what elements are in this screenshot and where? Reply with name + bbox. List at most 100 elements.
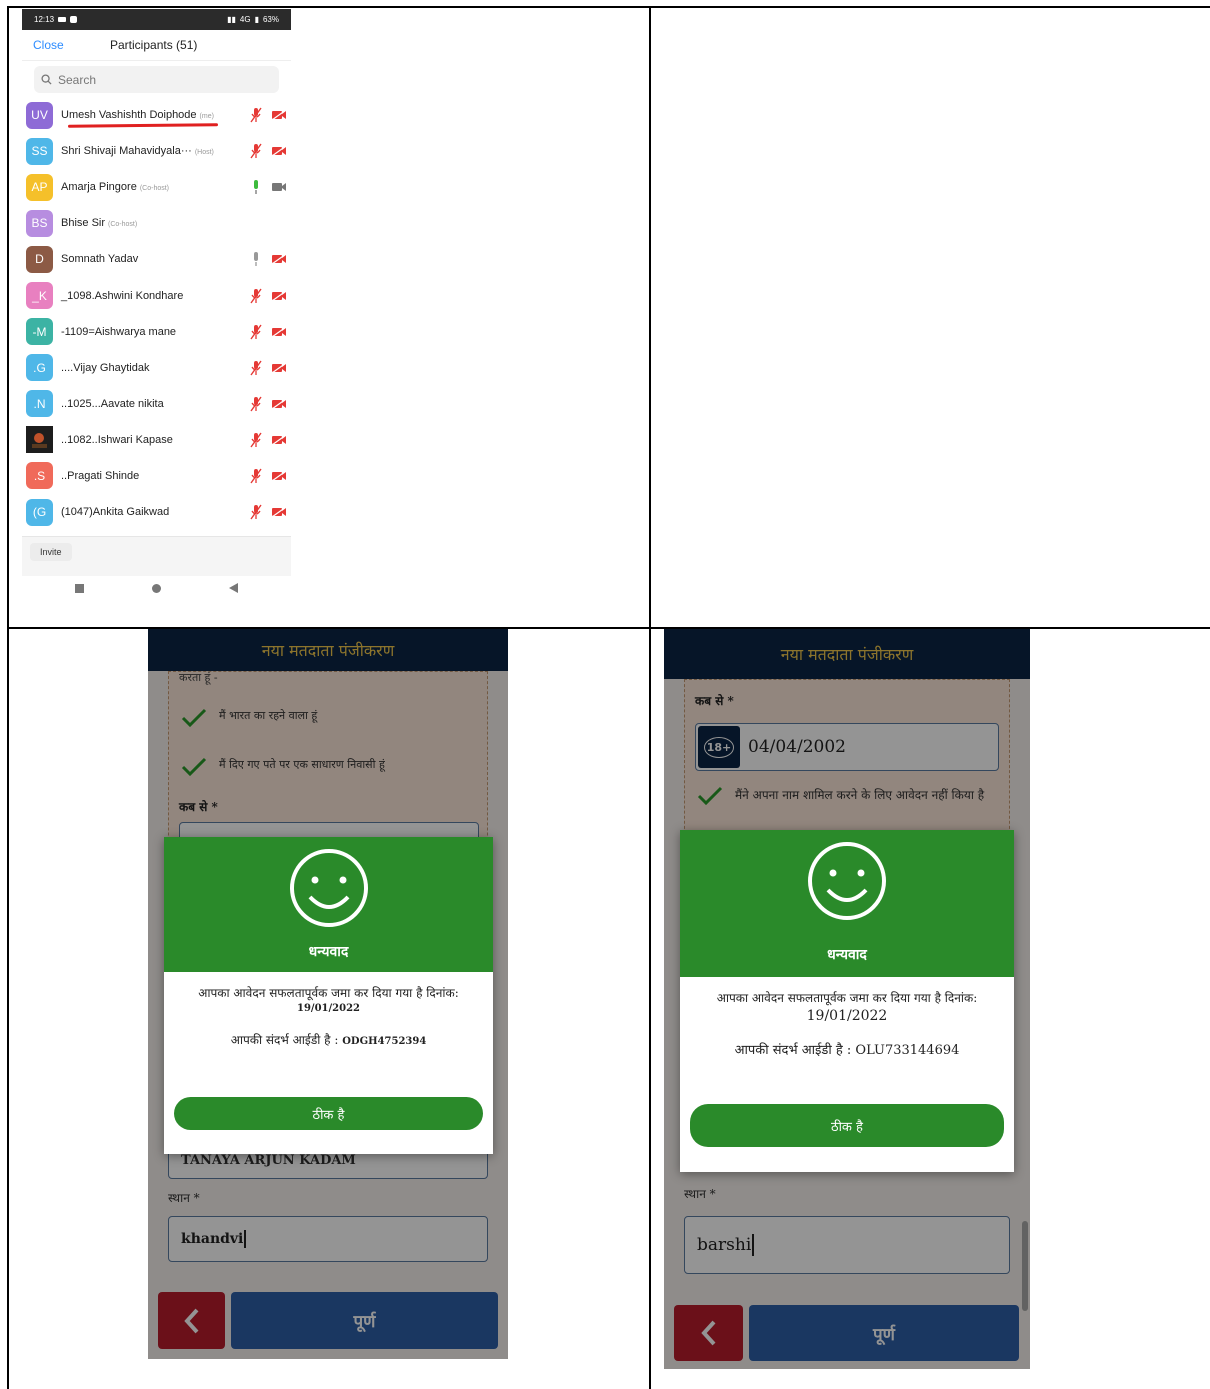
zoom-participants-screen: 12:13 ▮▮ 4G ▮ 63% Close Participants (51… [22, 9, 291, 604]
participant-name-text: _1098.Ashwini Kondhare [61, 289, 184, 302]
table-divider-vertical [649, 6, 651, 1389]
search-icon [41, 74, 52, 85]
participant-status-icons [250, 277, 287, 313]
invite-button[interactable]: Invite [30, 543, 72, 561]
video-off-icon[interactable] [271, 326, 287, 338]
reference-id-line: आपकी संदर्भ आईडी है : OLU733144694 [680, 1043, 1014, 1059]
video-status-icon [58, 17, 67, 22]
mic-muted-icon[interactable] [250, 324, 262, 340]
video-off-icon[interactable] [271, 470, 287, 482]
profile-photo [26, 426, 53, 454]
mic-muted-icon[interactable] [250, 143, 262, 159]
participant-status-icons [250, 350, 287, 386]
participant-name: Shri Shivaji Mahavidyala··· (Host) [61, 145, 214, 157]
ok-button[interactable]: ठीक है [690, 1104, 1004, 1147]
mic-active-icon[interactable] [250, 179, 262, 195]
participant-row[interactable]: .G ....Vijay Ghaytidak [22, 350, 291, 386]
network-label: 4G [239, 15, 251, 24]
participant-row[interactable]: D Somnath Yadav [22, 241, 291, 277]
participant-status-icons [250, 133, 287, 169]
participant-row[interactable]: .N ..1025...Aavate nikita [22, 386, 291, 422]
participant-row[interactable]: .S ..Pragati Shinde [22, 458, 291, 494]
mic-muted-icon[interactable] [250, 360, 262, 376]
mic-icon[interactable] [250, 251, 262, 267]
thanks-heading: धन्यवाद [827, 947, 867, 963]
video-off-icon[interactable] [271, 434, 287, 446]
participant-status-icons [250, 494, 287, 530]
participant-role-tag: (me) [199, 113, 214, 121]
avatar-initials: D [35, 252, 44, 267]
mic-muted-icon[interactable] [250, 504, 262, 520]
participants-header: Close Participants (51) [22, 30, 291, 61]
battery-icon: ▮ [254, 15, 259, 24]
avatar-initials: .G [33, 360, 46, 375]
participant-row[interactable]: _K _1098.Ashwini Kondhare [22, 277, 291, 313]
submission-date: 19/01/2022 [806, 1008, 888, 1024]
video-off-icon[interactable] [271, 109, 287, 121]
recents-button[interactable] [75, 584, 84, 593]
ok-label: ठीक है [312, 1107, 345, 1123]
participant-row[interactable]: BS Bhise Sir (Co-host) [22, 205, 291, 241]
participant-name-text: -1109=Aishwarya mane [61, 325, 177, 338]
avatar-initials: BS [31, 216, 48, 231]
participant-name: (1047)Ankita Gaikwad [61, 506, 172, 518]
notification-icon [70, 16, 78, 23]
participant-name-text: Shri Shivaji Mahavidyala··· [61, 145, 192, 158]
search-input[interactable]: Search [34, 66, 279, 93]
avatar-initials: SS [31, 144, 48, 159]
smiley-icon [808, 842, 886, 920]
avatar-initials: .N [33, 396, 46, 411]
avatar: BS [26, 209, 53, 237]
avatar-initials: (G [32, 505, 47, 520]
battery-level: 63% [262, 15, 279, 24]
participant-role-tag: (Co-host) [139, 185, 170, 193]
participants-title: Participants (51) [110, 38, 198, 52]
avatar: .N [26, 390, 53, 418]
search-placeholder: Search [58, 72, 97, 87]
mic-muted-icon[interactable] [250, 468, 262, 484]
participant-row[interactable]: ..1082..Ishwari Kapase [22, 422, 291, 458]
participant-row[interactable]: AP Amarja Pingore (Co-host) [22, 169, 291, 205]
participant-name-text: ..1082..Ishwari Kapase [61, 433, 173, 446]
video-on-icon[interactable] [271, 181, 287, 193]
ok-button[interactable]: ठीक है [174, 1097, 483, 1130]
participant-status-icons [250, 97, 287, 133]
avatar-initials: AP [31, 180, 48, 195]
avatar-initials: -M [32, 324, 47, 339]
video-off-icon[interactable] [271, 362, 287, 374]
participant-name-text: Somnath Yadav [61, 253, 139, 266]
participant-name: Somnath Yadav [61, 253, 141, 265]
video-off-icon[interactable] [271, 145, 287, 157]
video-off-icon[interactable] [271, 290, 287, 302]
participant-name: ....Vijay Ghaytidak [61, 362, 152, 374]
participant-name: _1098.Ashwini Kondhare [61, 290, 186, 302]
participant-name: Umesh Vashishth Doiphode (me) [61, 109, 214, 121]
participant-list: UV Umesh Vashishth Doiphode (me) SS Shri Shi… [22, 97, 291, 530]
modal-header: धन्यवाद [680, 830, 1014, 977]
mic-muted-icon[interactable] [250, 396, 262, 412]
video-off-icon[interactable] [271, 506, 287, 518]
mic-muted-icon[interactable] [250, 107, 262, 123]
reference-id-line: आपकी संदर्भ आईडी है : ODGH4752394 [164, 1032, 493, 1050]
reference-id-value: OLU733144694 [855, 1043, 960, 1058]
avatar: SS [26, 137, 53, 165]
close-button[interactable]: Close [33, 38, 110, 52]
avatar-initials: .S [33, 468, 46, 483]
mic-muted-icon[interactable] [250, 288, 262, 304]
back-nav-button[interactable] [229, 583, 238, 593]
participant-row[interactable]: (G (1047)Ankita Gaikwad [22, 494, 291, 530]
participant-name-text: Bhise Sir [61, 217, 106, 230]
participant-status-icons [250, 169, 287, 205]
submission-message: आपका आवेदन सफलतापूर्वक जमा कर दिया गया ह… [198, 986, 459, 1000]
avatar: (G [26, 498, 53, 526]
participant-row[interactable]: UV Umesh Vashishth Doiphode (me) [22, 97, 291, 133]
participant-status-icons [250, 386, 287, 422]
video-off-icon[interactable] [271, 253, 287, 265]
video-off-icon[interactable] [271, 398, 287, 410]
participant-row[interactable]: -M -1109=Aishwarya mane [22, 314, 291, 350]
mic-muted-icon[interactable] [250, 432, 262, 448]
avatar: _K [26, 282, 53, 310]
home-button[interactable] [152, 584, 161, 593]
participant-status-icons [250, 241, 287, 277]
participant-row[interactable]: SS Shri Shivaji Mahavidyala··· (Host) [22, 133, 291, 169]
